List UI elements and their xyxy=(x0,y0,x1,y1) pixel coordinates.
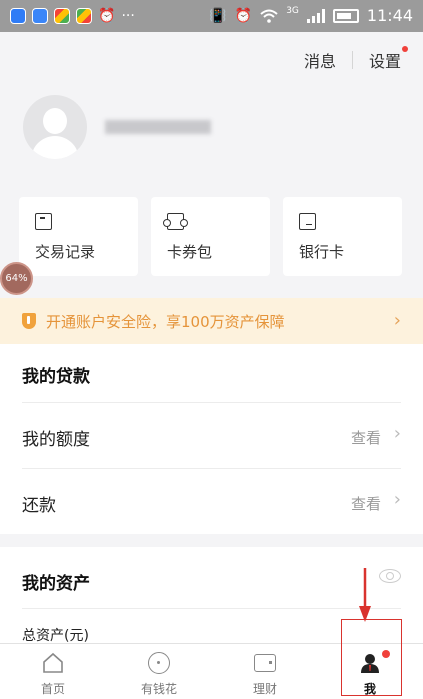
insurance-banner[interactable]: 开通账户安全险，享100万资产保障 › xyxy=(0,298,423,344)
bank-card-card[interactable]: 银行卡 xyxy=(283,197,402,276)
card-label: 卡券包 xyxy=(167,243,213,261)
card-label: 银行卡 xyxy=(299,243,345,261)
battery-icon xyxy=(332,8,359,23)
chevron-right-icon: › xyxy=(393,423,401,444)
row-label: 还款 xyxy=(22,496,56,516)
avatar-head-shape xyxy=(43,108,67,134)
avatar[interactable] xyxy=(23,95,87,159)
status-bar: ⏰ ··· 📳 ⏰ 3G 11:44 xyxy=(0,0,423,32)
wifi-icon xyxy=(260,9,278,23)
total-assets-label: 总资产(元) xyxy=(22,628,89,644)
coupon-card[interactable]: 卡券包 xyxy=(151,197,270,276)
baidu-app-icon xyxy=(32,8,48,24)
status-bar-system: 📳 ⏰ 3G 11:44 xyxy=(209,5,413,26)
chrome-icon xyxy=(54,8,70,24)
bank-card-icon xyxy=(299,213,316,230)
annotation-arrow-icon xyxy=(359,568,371,622)
status-bar-notifications: ⏰ ··· xyxy=(10,8,135,24)
tab-home[interactable]: 首页 xyxy=(0,644,106,699)
network-type-label: 3G xyxy=(286,5,299,16)
shield-icon xyxy=(22,313,36,329)
chevron-right-icon: › xyxy=(393,310,401,331)
username-blurred xyxy=(105,120,211,134)
vibrate-icon: 📳 xyxy=(209,7,227,24)
floating-ball-text: 64% xyxy=(5,273,28,284)
loan-section: 我的贷款 我的额度 查看 › 还款 查看 › xyxy=(0,344,423,534)
settings-link[interactable]: 设置 xyxy=(368,46,408,72)
messages-link[interactable]: 消息 xyxy=(304,48,336,72)
tab-label: 有钱花 xyxy=(140,682,177,696)
more-icon: ··· xyxy=(121,8,135,24)
floating-ball-badge[interactable]: 64% xyxy=(0,262,33,295)
tab-finance[interactable]: 理财 xyxy=(212,644,318,699)
settings-label: 设置 xyxy=(368,52,401,71)
quick-cards: 交易记录 卡券包 银行卡 xyxy=(19,197,402,276)
coin-icon xyxy=(148,652,170,674)
alarm-icon: ⏰ xyxy=(98,8,116,24)
divider xyxy=(351,51,353,69)
tab-label: 首页 xyxy=(40,682,65,696)
list-item-my-credit[interactable]: 我的额度 查看 › xyxy=(22,402,401,468)
annotation-highlight-box xyxy=(341,619,402,696)
section-title: 我的贷款 xyxy=(22,367,90,387)
section-title: 我的资产 xyxy=(22,574,90,594)
row-action: 查看 xyxy=(350,429,381,447)
list-item-repayment[interactable]: 还款 查看 › xyxy=(22,468,401,534)
transaction-record-card[interactable]: 交易记录 xyxy=(19,197,138,276)
tab-label: 理财 xyxy=(252,682,277,696)
profile-header: 消息 设置 交易记录 卡券包 银行卡 xyxy=(0,32,423,332)
signal-icon xyxy=(306,8,325,23)
tab-youqianhua[interactable]: 有钱花 xyxy=(106,644,212,699)
status-time: 11:44 xyxy=(366,6,413,25)
header-links: 消息 设置 xyxy=(304,46,408,72)
alarm-icon: ⏰ xyxy=(234,7,253,24)
wallet-icon xyxy=(254,654,276,672)
chevron-right-icon: › xyxy=(393,489,401,510)
coupon-icon xyxy=(163,213,188,230)
chrome-icon xyxy=(76,8,92,24)
banner-text: 开通账户安全险，享100万资产保障 xyxy=(46,312,285,331)
home-icon xyxy=(43,652,63,673)
eye-icon[interactable] xyxy=(379,569,401,583)
transaction-record-icon xyxy=(35,213,52,230)
baidu-app-icon xyxy=(10,8,26,24)
avatar-body-shape xyxy=(31,136,79,159)
row-label: 我的额度 xyxy=(22,430,90,450)
row-action: 查看 xyxy=(350,495,381,513)
settings-notification-dot xyxy=(402,46,408,52)
card-label: 交易记录 xyxy=(35,243,96,261)
